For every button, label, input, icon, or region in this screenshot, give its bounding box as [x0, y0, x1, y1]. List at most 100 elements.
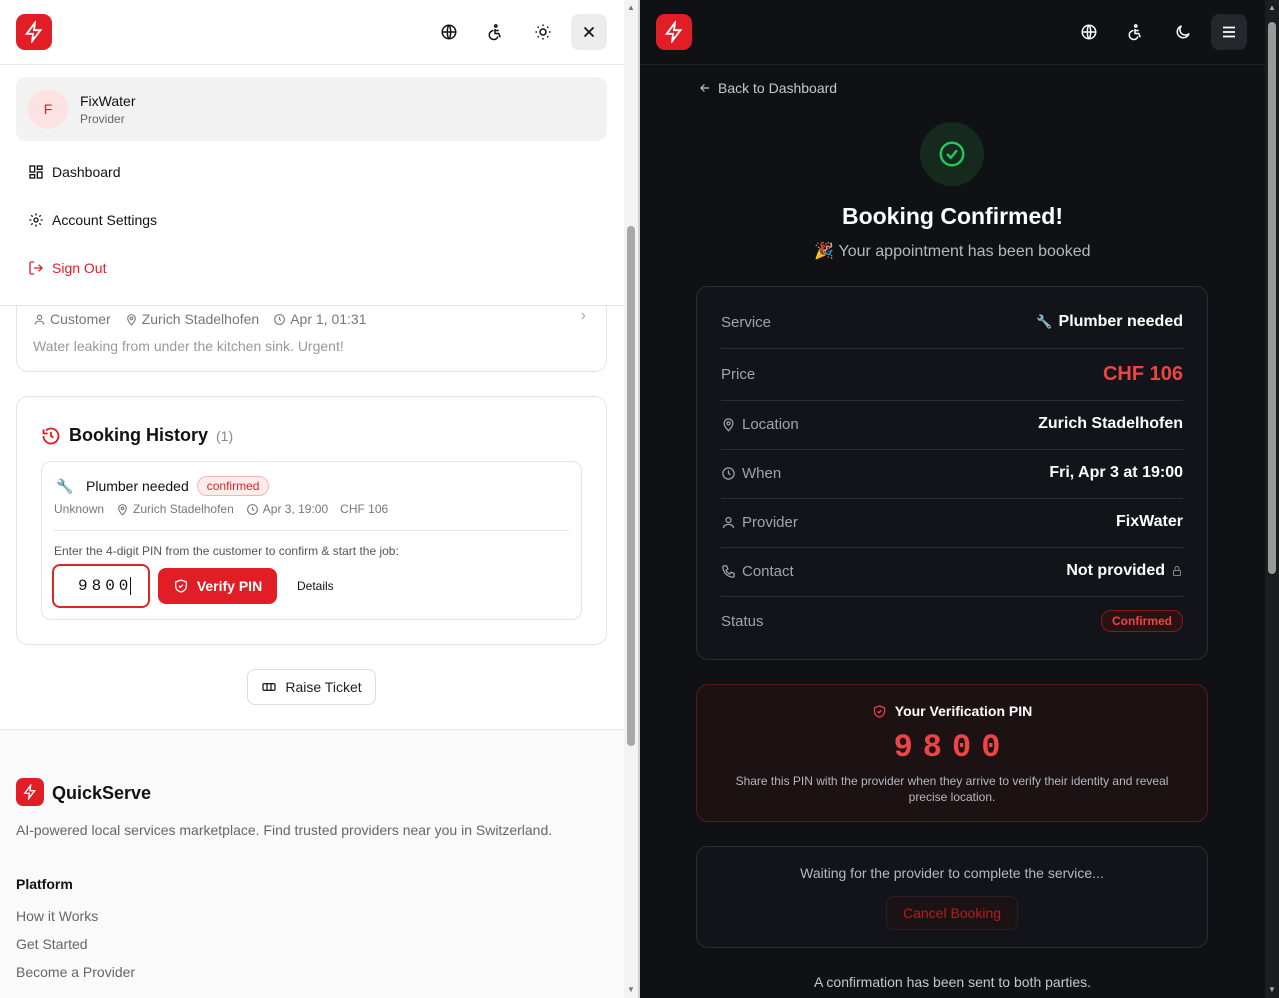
sun-icon[interactable]: [525, 14, 561, 50]
row-divider: [721, 596, 1183, 597]
globe-icon: [441, 24, 457, 40]
booking-history-count: (1): [216, 427, 234, 444]
grid-icon: [29, 165, 43, 179]
footer-logo[interactable]: [16, 778, 44, 806]
map-pin-icon: [126, 313, 136, 326]
waiting-card: Waiting for the provider to complete the…: [696, 846, 1208, 948]
left-window: Customer Zurich Stadelhofen Apr 1, 01:31…: [0, 0, 638, 998]
logout-icon: [29, 261, 43, 275]
avatar: F: [28, 89, 68, 129]
pin-prompt: Enter the 4-digit PIN from the customer …: [54, 544, 399, 558]
lightning-icon: [24, 21, 43, 43]
row-contact: Contact Not provided: [721, 562, 1183, 580]
location-meta: Zurich Stadelhofen: [125, 311, 259, 327]
pin-input[interactable]: 9800: [52, 564, 150, 608]
history-divider: [54, 530, 569, 531]
menu-item-sign-out[interactable]: Sign Out: [28, 260, 106, 276]
left-scrollbar[interactable]: ▲ ▼: [624, 0, 638, 998]
left-header: [0, 0, 624, 65]
history-time-meta: Apr 3, 19:00: [246, 502, 328, 516]
footer-link-become-provider[interactable]: Become a Provider: [16, 964, 135, 980]
user-icon: [722, 516, 735, 528]
accessibility-icon[interactable]: [1117, 14, 1153, 50]
scroll-up-arrow-icon[interactable]: ▲: [627, 4, 635, 12]
footer-link-how-it-works[interactable]: How it Works: [16, 908, 98, 924]
scrollbar-thumb[interactable]: [627, 226, 635, 746]
booking-history-item: 🔧 Plumber needed confirmed Unknown Zuric…: [41, 461, 582, 620]
shield-check-icon: [174, 579, 187, 593]
row-divider: [721, 449, 1183, 450]
right-scrollbar[interactable]: ▲ ▼: [1265, 0, 1279, 998]
customer-meta: Customer: [33, 311, 111, 327]
pin-title: Your Verification PIN: [894, 703, 1033, 719]
right-window: Back to Dashboard Booking Confirmed! 🎉 Y…: [640, 0, 1279, 998]
map-pin-icon: [723, 417, 734, 432]
footer-tagline: AI-powered local services marketplace. F…: [16, 822, 553, 838]
brand-logo[interactable]: [656, 14, 692, 50]
phone-icon: [722, 564, 735, 578]
language-icon[interactable]: [431, 14, 467, 50]
clock-icon: [246, 503, 258, 515]
wrench-icon: 🔧: [1036, 314, 1053, 329]
clock-icon: [274, 313, 286, 325]
brand-logo[interactable]: [16, 14, 52, 50]
history-icon: [42, 427, 60, 444]
waiting-text: Waiting for the provider to complete the…: [800, 865, 1104, 881]
menu-item-account-settings[interactable]: Account Settings: [28, 212, 157, 228]
history-location-meta: Zurich Stadelhofen: [116, 502, 234, 516]
history-status-badge: confirmed: [196, 476, 270, 496]
verification-pin-card: Your Verification PIN 9800 Share this PI…: [696, 684, 1208, 822]
row-divider: [721, 348, 1183, 349]
right-header: [640, 0, 1265, 65]
row-service: Service 🔧 Plumber needed: [721, 313, 1183, 331]
lightning-icon: [664, 21, 683, 43]
menu-item-dashboard[interactable]: Dashboard: [28, 164, 121, 180]
lightning-icon: [23, 784, 36, 800]
row-location: Location Zurich Stadelhofen: [721, 415, 1183, 433]
footer-brand-name: QuickServe: [52, 783, 152, 803]
row-divider: [721, 400, 1183, 401]
scroll-down-arrow-icon[interactable]: ▼: [1268, 986, 1276, 994]
user-role: Provider: [80, 112, 125, 126]
history-customer: Unknown: [54, 502, 105, 516]
details-button[interactable]: Details: [297, 579, 334, 593]
globe-icon[interactable]: [1071, 14, 1107, 50]
raise-ticket-button[interactable]: Raise Ticket: [247, 669, 376, 705]
scroll-up-arrow-icon[interactable]: ▲: [1268, 4, 1276, 12]
footer-platform-heading: Platform: [16, 876, 73, 892]
request-description: Water leaking from under the kitchen sin…: [33, 338, 344, 354]
check-circle-icon: [939, 141, 965, 167]
footer-link-get-started[interactable]: Get Started: [16, 936, 88, 952]
user-icon: [34, 314, 45, 324]
arrow-left-icon: [700, 84, 710, 92]
pin-value: 9800: [893, 729, 1011, 766]
chevron-right-icon[interactable]: ›: [581, 307, 586, 325]
clock-icon: [722, 466, 735, 480]
close-icon[interactable]: [571, 14, 607, 50]
pin-note: Share this PIN with the provider when th…: [735, 774, 1169, 804]
row-divider: [721, 498, 1183, 499]
status-badge: Confirmed: [1101, 610, 1183, 632]
accessibility-icon[interactable]: [477, 14, 513, 50]
booking-details-card: Service 🔧 Plumber needed Price CHF 106 Lo…: [696, 286, 1208, 660]
cancel-booking-button[interactable]: Cancel Booking: [886, 896, 1018, 930]
verify-pin-button[interactable]: Verify PIN: [158, 568, 277, 604]
confirmation-note: A confirmation has been sent to both par…: [813, 974, 1092, 990]
history-price: CHF 106: [340, 502, 389, 516]
shield-check-icon: [873, 704, 885, 718]
scroll-down-arrow-icon[interactable]: ▼: [627, 986, 635, 994]
user-card: F FixWater Provider: [16, 77, 607, 141]
site-footer: QuickServe AI-powered local services mar…: [0, 729, 624, 998]
user-name: FixWater: [80, 93, 136, 109]
hamburger-menu-icon[interactable]: [1211, 14, 1247, 50]
success-badge: [920, 122, 984, 186]
page-title: Booking Confirmed!: [841, 203, 1064, 229]
row-provider: Provider FixWater: [721, 513, 1183, 531]
moon-icon[interactable]: [1165, 14, 1201, 50]
back-to-dashboard-link[interactable]: Back to Dashboard: [698, 80, 837, 96]
scrollbar-thumb[interactable]: [1268, 22, 1276, 574]
row-when: When Fri, Apr 3 at 19:00: [721, 464, 1183, 482]
map-pin-icon: [118, 503, 127, 516]
history-service: Plumber needed: [86, 478, 189, 494]
gear-icon: [29, 213, 43, 227]
